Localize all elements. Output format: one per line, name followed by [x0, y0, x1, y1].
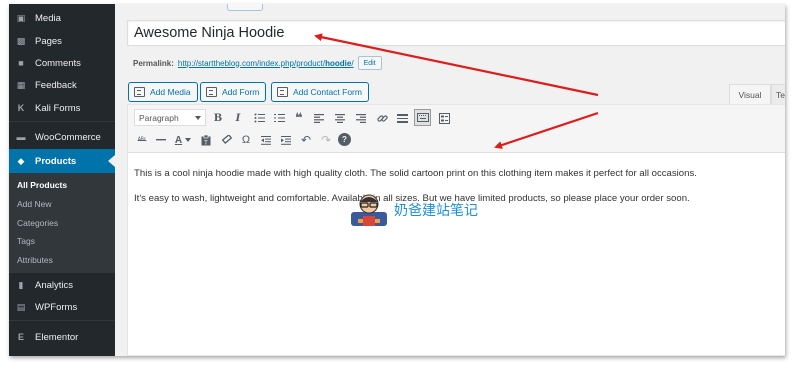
submenu-add-new[interactable]: Add New	[17, 199, 52, 209]
horizontal-line-icon[interactable]	[153, 132, 169, 148]
tab-visual[interactable]: Visual	[729, 84, 771, 104]
chevron-down-icon	[195, 116, 201, 120]
add-contact-form-label: Add Contact Form	[293, 87, 362, 97]
add-new-button-partial[interactable]	[227, 4, 263, 11]
permalink-label: Permalink:	[133, 58, 174, 68]
elementor-icon: E	[17, 332, 24, 342]
sidebar-item-label: Elementor	[35, 331, 79, 343]
permalink-link[interactable]: http://starttheblog.com/index.php/produc…	[178, 59, 354, 68]
sidebar-item-label: Kali Forms	[35, 102, 81, 114]
form-icon[interactable]	[436, 110, 452, 126]
analytics-icon: ▮	[18, 279, 24, 290]
add-contact-form-icon	[277, 87, 288, 97]
woocommerce-icon: ▬	[16, 132, 26, 142]
special-character-icon[interactable]: Ω	[238, 132, 254, 148]
align-left-icon[interactable]	[311, 110, 327, 126]
products-icon: ◆	[17, 155, 25, 166]
sidebar-item-label: WPForms	[35, 301, 78, 313]
add-form-icon	[206, 87, 217, 97]
wp-admin-window: ▣ Media ▩ Pages ■ Comments ▦ Feedback K …	[9, 4, 785, 356]
watermark: 奶爸建站笔记	[349, 192, 478, 228]
feedback-icon: ▦	[16, 79, 26, 90]
submenu-attributes[interactable]: Attributes	[17, 255, 53, 265]
tab-text[interactable]: Te	[771, 84, 785, 104]
add-contact-form-button[interactable]: Add Contact Form	[271, 82, 369, 102]
sidebar-item-label: Feedback	[35, 79, 77, 91]
help-icon[interactable]: ?	[338, 133, 351, 146]
post-title-text: Awesome Ninja Hoodie	[134, 25, 285, 41]
sidebar-item-woocommerce[interactable]: ▬ WooCommerce	[9, 126, 115, 148]
format-select[interactable]: Paragraph	[134, 109, 206, 126]
redo-icon[interactable]: ↷	[318, 132, 334, 148]
bulleted-list-icon[interactable]	[251, 110, 267, 126]
toolbar-toggle-icon[interactable]	[414, 109, 431, 126]
media-icon: ▣	[16, 12, 26, 23]
ninja-avatar-icon	[351, 194, 387, 226]
content-editor: Paragraph B I ❝ ᴬᴮᶜ A T Ω ↶ ↷ ? This is …	[127, 104, 785, 356]
submenu-all-products[interactable]: All Products	[17, 180, 67, 190]
watermark-text: 奶爸建站笔记	[394, 203, 478, 219]
comments-icon: ■	[18, 58, 24, 68]
sidebar-item-label: Pages	[35, 35, 62, 47]
chevron-down-icon	[185, 138, 192, 142]
sidebar-item-label: WooCommerce	[35, 131, 101, 143]
sidebar-item-elementor[interactable]: E Elementor	[9, 326, 115, 348]
link-icon[interactable]	[374, 110, 390, 126]
post-title-input[interactable]: Awesome Ninja Hoodie	[127, 20, 785, 46]
add-media-icon	[134, 87, 145, 97]
clear-formatting-icon[interactable]	[218, 132, 234, 148]
increase-indent-icon[interactable]	[278, 132, 294, 148]
permalink-trailing-slash: /	[351, 58, 354, 68]
strikethrough-icon[interactable]: ᴬᴮᶜ	[134, 132, 150, 148]
sidebar-item-comments[interactable]: ■ Comments	[9, 52, 115, 74]
paste-as-text-icon[interactable]: T	[198, 132, 214, 148]
submenu-categories[interactable]: Categories	[17, 218, 58, 228]
sidebar-item-products[interactable]: ◆ Products	[9, 149, 115, 173]
read-more-icon[interactable]	[394, 110, 410, 126]
permalink-edit-button[interactable]: Edit	[357, 56, 382, 70]
sidebar-item-pages[interactable]: ▩ Pages	[9, 30, 115, 52]
undo-icon[interactable]: ↶	[298, 132, 314, 148]
add-form-label: Add Form	[222, 87, 260, 97]
add-media-label: Add Media	[150, 87, 191, 97]
sidebar-item-label: Media	[35, 12, 61, 24]
permalink-slug: hoodie	[325, 58, 352, 68]
decrease-indent-icon[interactable]	[258, 132, 274, 148]
permalink-url-prefix: http://starttheblog.com/index.php/produc…	[177, 58, 326, 68]
sidebar-item-media[interactable]: ▣ Media	[9, 7, 115, 29]
text-color-glyph: A	[174, 134, 183, 146]
content-paragraph-1: This is a cool ninja hoodie made with hi…	[134, 168, 697, 179]
blockquote-icon[interactable]: ❝	[291, 110, 307, 126]
sidebar-item-feedback[interactable]: ▦ Feedback	[9, 74, 115, 96]
sidebar-item-analytics[interactable]: ▮ Analytics	[9, 274, 115, 296]
format-select-value: Paragraph	[139, 112, 179, 123]
admin-sidebar: ▣ Media ▩ Pages ■ Comments ▦ Feedback K …	[9, 4, 115, 356]
kali-forms-icon: K	[17, 103, 25, 113]
numbered-list-icon[interactable]	[271, 110, 287, 126]
add-form-button[interactable]: Add Form	[200, 82, 267, 102]
text-color-icon[interactable]: A	[172, 132, 194, 148]
bold-icon[interactable]: B	[210, 110, 226, 126]
sidebar-item-label: Products	[35, 155, 77, 167]
sidebar-separator	[9, 121, 115, 122]
sidebar-item-wpforms[interactable]: ▤ WPForms	[9, 296, 115, 318]
align-center-icon[interactable]	[332, 110, 348, 126]
sidebar-separator	[9, 320, 115, 321]
pages-icon: ▩	[16, 35, 26, 46]
sidebar-item-label: Comments	[35, 57, 81, 69]
wpforms-icon: ▤	[16, 301, 26, 312]
sidebar-item-kali-forms[interactable]: K Kali Forms	[9, 97, 115, 119]
italic-icon[interactable]: I	[230, 110, 246, 126]
add-media-button[interactable]: Add Media	[128, 82, 198, 102]
editor-toolbar: Paragraph B I ❝ ᴬᴮᶜ A T Ω ↶ ↷ ?	[128, 105, 785, 153]
permalink-row: Permalink: http://starttheblog.com/index…	[133, 56, 382, 70]
submenu-tags[interactable]: Tags	[17, 236, 35, 246]
sidebar-item-label: Analytics	[35, 279, 74, 291]
svg-text:T: T	[204, 140, 208, 146]
products-submenu: All Products Add New Categories Tags Att…	[9, 173, 115, 273]
align-right-icon[interactable]	[353, 110, 369, 126]
